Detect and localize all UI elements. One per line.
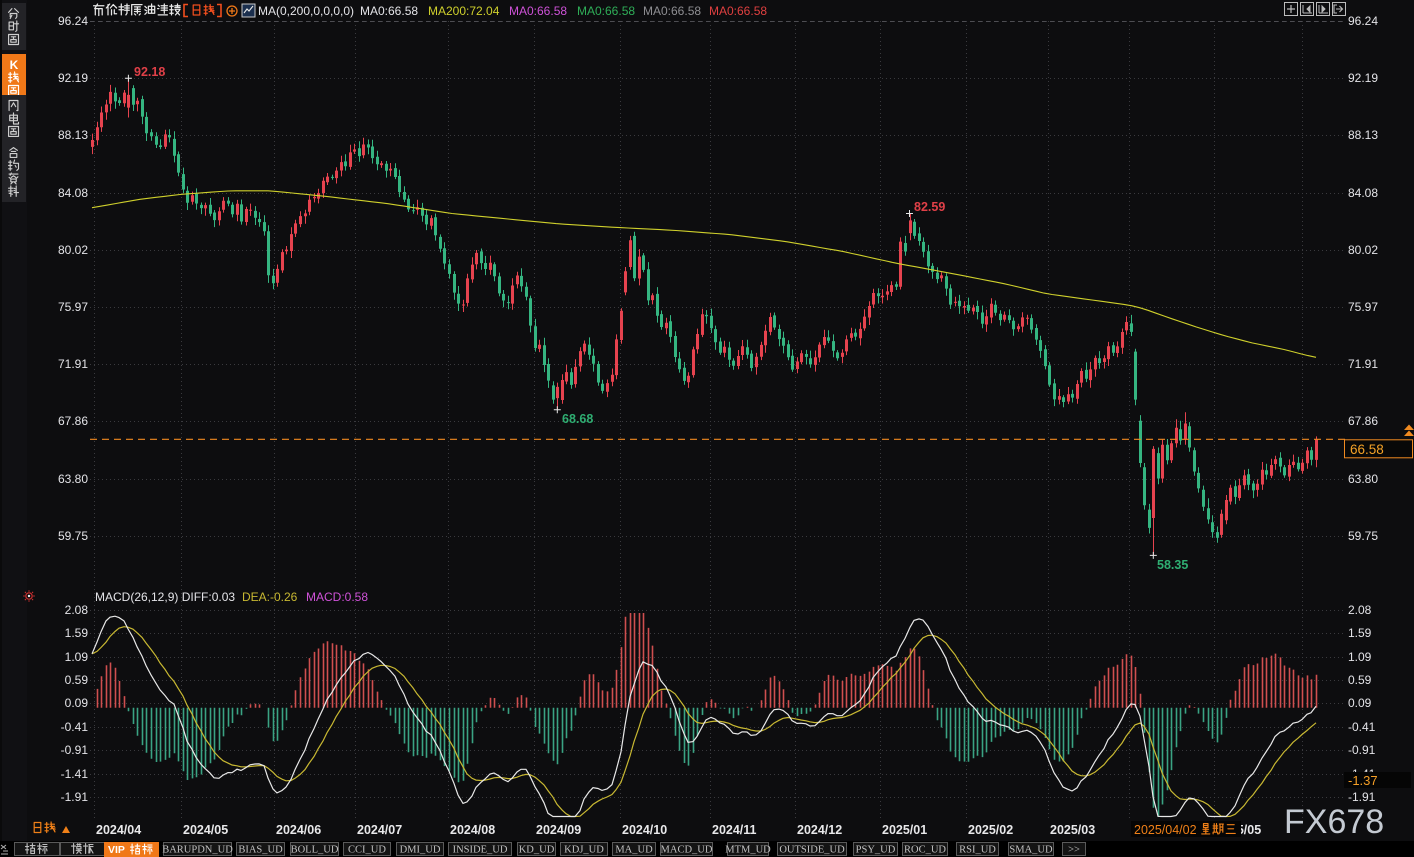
svg-text:DEA:-0.26: DEA:-0.26	[242, 590, 298, 604]
svg-text:84.08: 84.08	[58, 186, 88, 200]
svg-text:2024/11: 2024/11	[712, 823, 757, 837]
svg-text:KD_UD: KD_UD	[519, 845, 555, 856]
svg-text:1.59: 1.59	[65, 626, 89, 640]
svg-text:2024/05: 2024/05	[183, 823, 228, 837]
svg-text:0.59: 0.59	[65, 673, 89, 687]
svg-text:PSY_UD: PSY_UD	[856, 845, 896, 856]
svg-text:MACD_UD: MACD_UD	[661, 845, 713, 856]
svg-text:71.91: 71.91	[1348, 357, 1378, 371]
svg-text:80.02: 80.02	[1348, 243, 1378, 257]
svg-text:1.09: 1.09	[1348, 650, 1372, 664]
svg-text:75.97: 75.97	[58, 300, 88, 314]
svg-text:RSI_UD: RSI_UD	[959, 845, 996, 856]
svg-text:MA_UD: MA_UD	[615, 845, 653, 856]
svg-text:66.58: 66.58	[1350, 442, 1384, 457]
svg-text:59.75: 59.75	[1348, 529, 1378, 543]
svg-text:-0.41: -0.41	[1348, 720, 1376, 734]
svg-text:0.09: 0.09	[65, 696, 89, 710]
svg-text:2024/07: 2024/07	[357, 823, 402, 837]
svg-text:67.86: 67.86	[1348, 414, 1378, 428]
svg-text:ROC_UD: ROC_UD	[904, 845, 946, 856]
svg-text:VIP: VIP	[108, 844, 125, 856]
svg-text:2.08: 2.08	[1348, 603, 1372, 617]
svg-text:92.18: 92.18	[134, 65, 165, 79]
svg-text:-0.91: -0.91	[61, 743, 89, 757]
svg-text:0.09: 0.09	[1348, 696, 1372, 710]
svg-text:2.08: 2.08	[65, 603, 89, 617]
svg-text:-1.91: -1.91	[61, 790, 89, 804]
svg-text:2024/12: 2024/12	[797, 823, 842, 837]
svg-text:80.02: 80.02	[58, 243, 88, 257]
svg-text:1.09: 1.09	[65, 650, 89, 664]
svg-text:2024/06: 2024/06	[276, 823, 321, 837]
svg-text:63.80: 63.80	[58, 472, 88, 486]
svg-text:BOLL_UD: BOLL_UD	[291, 845, 339, 856]
svg-text:2025/04/02: 2025/04/02	[1134, 823, 1197, 837]
svg-text:96.24: 96.24	[58, 14, 88, 28]
svg-text:-1.37: -1.37	[1348, 773, 1378, 788]
svg-text:INSIDE_UD: INSIDE_UD	[453, 845, 508, 856]
svg-text:-0.41: -0.41	[61, 720, 89, 734]
svg-text:CCI_UD: CCI_UD	[348, 845, 386, 856]
svg-text:2024/04: 2024/04	[96, 823, 141, 837]
svg-text:2025/01: 2025/01	[882, 823, 927, 837]
svg-text:88.13: 88.13	[58, 128, 88, 142]
svg-text:0.59: 0.59	[1348, 673, 1372, 687]
svg-text:>>: >>	[1068, 845, 1080, 856]
svg-text:-1.41: -1.41	[61, 767, 89, 781]
svg-text:71.91: 71.91	[58, 357, 88, 371]
svg-text:96.24: 96.24	[1348, 14, 1378, 28]
svg-text:MTM_UD: MTM_UD	[725, 845, 771, 856]
svg-text:2024/10: 2024/10	[622, 823, 667, 837]
svg-text:MACD:0.58: MACD:0.58	[306, 590, 368, 604]
svg-text:59.75: 59.75	[58, 529, 88, 543]
svg-text:82.59: 82.59	[914, 200, 945, 214]
svg-text:58.35: 58.35	[1157, 558, 1188, 572]
svg-text:-0.91: -0.91	[1348, 743, 1376, 757]
svg-text:2025/03: 2025/03	[1050, 823, 1095, 837]
svg-text:MACD(26,12,9) DIFF:0.03: MACD(26,12,9) DIFF:0.03	[95, 590, 235, 604]
svg-text:SMA_UD: SMA_UD	[1009, 845, 1053, 856]
svg-text:MA(0,200,0,0,0,0): MA(0,200,0,0,0,0)	[258, 4, 354, 18]
svg-text:2024/09: 2024/09	[536, 823, 581, 837]
svg-text:63.80: 63.80	[1348, 472, 1378, 486]
svg-text:2024/08: 2024/08	[450, 823, 495, 837]
svg-text:MA0:66.58: MA0:66.58	[709, 4, 767, 18]
svg-text:-1.91: -1.91	[1348, 790, 1376, 804]
svg-text:OUTSIDE_UD: OUTSIDE_UD	[779, 845, 845, 856]
svg-text:67.86: 67.86	[58, 414, 88, 428]
svg-text:MA200:72.04: MA200:72.04	[428, 4, 500, 18]
svg-text:1.59: 1.59	[1348, 626, 1372, 640]
svg-text:75.97: 75.97	[1348, 300, 1378, 314]
svg-text:KDJ_UD: KDJ_UD	[564, 845, 604, 856]
svg-text:92.19: 92.19	[58, 71, 88, 85]
svg-text:FX678: FX678	[1284, 803, 1384, 841]
svg-text:K: K	[10, 58, 19, 72]
svg-text:MA0:66.58: MA0:66.58	[643, 4, 701, 18]
svg-text:2025/02: 2025/02	[968, 823, 1013, 837]
svg-text:MA0:66.58: MA0:66.58	[577, 4, 635, 18]
svg-text:BARUPDN_UD: BARUPDN_UD	[162, 845, 233, 856]
svg-text:92.19: 92.19	[1348, 71, 1378, 85]
svg-text:68.68: 68.68	[562, 412, 593, 426]
svg-text:88.13: 88.13	[1348, 128, 1378, 142]
svg-text:DMI_UD: DMI_UD	[400, 845, 441, 856]
svg-text:BIAS_UD: BIAS_UD	[238, 845, 283, 856]
svg-text:MA0:66.58: MA0:66.58	[509, 4, 567, 18]
svg-text:MA0:66.58: MA0:66.58	[360, 4, 418, 18]
svg-text:84.08: 84.08	[1348, 186, 1378, 200]
